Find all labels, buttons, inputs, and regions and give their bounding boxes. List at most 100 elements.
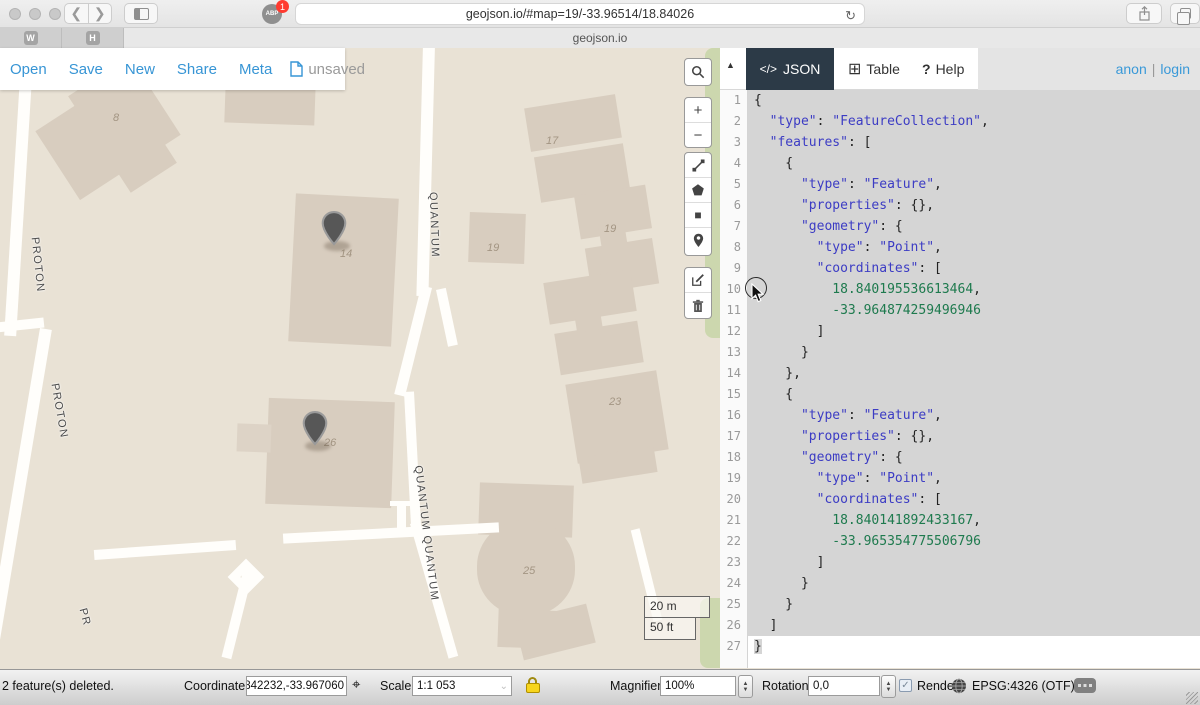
edit-button[interactable] bbox=[685, 268, 711, 293]
road bbox=[390, 501, 412, 506]
line-number: 8 bbox=[720, 237, 747, 258]
magnifier-stepper[interactable]: ▲▼ bbox=[738, 675, 753, 698]
line-number: 26 bbox=[720, 615, 747, 636]
log-messages-icon[interactable] bbox=[1074, 678, 1096, 693]
code-line[interactable]: 18.840141892433167, bbox=[748, 510, 1200, 531]
share-button[interactable] bbox=[1126, 3, 1162, 24]
open-button[interactable]: Open bbox=[10, 61, 47, 78]
forward-icon[interactable]: ❯ bbox=[89, 5, 112, 22]
render-checkbox[interactable]: ✓ bbox=[899, 679, 912, 692]
collapse-panel-icon[interactable]: ▲ bbox=[726, 60, 735, 70]
window-zoom-button[interactable] bbox=[49, 8, 61, 20]
reload-icon[interactable]: ↻ bbox=[845, 8, 856, 24]
scale-combobox[interactable]: 1:1 053 ⌄ bbox=[412, 676, 512, 696]
code-line[interactable]: "type": "FeatureCollection", bbox=[748, 111, 1200, 132]
table-icon: ⊞ bbox=[848, 59, 861, 79]
map-canvas[interactable]: PROTON PROTON PR QUANTUM QUANTUM QUANTUM… bbox=[0, 48, 720, 668]
save-button[interactable]: Save bbox=[69, 61, 103, 78]
login-link[interactable]: login bbox=[1160, 61, 1190, 77]
magnifier-input[interactable]: 100% bbox=[660, 676, 736, 696]
line-number: 10 bbox=[720, 279, 747, 300]
code-line[interactable]: "coordinates": [ bbox=[748, 258, 1200, 279]
line-number: 14 bbox=[720, 363, 747, 384]
zoom-out-button[interactable]: − bbox=[685, 123, 711, 148]
delete-button[interactable] bbox=[685, 293, 711, 318]
json-editor[interactable]: 1234567891011121314151617181920212223242… bbox=[720, 90, 1200, 668]
scale-lock-icon[interactable] bbox=[526, 677, 540, 695]
window-minimize-button[interactable] bbox=[29, 8, 41, 20]
resize-grip[interactable] bbox=[1186, 692, 1198, 704]
back-icon[interactable]: ❮ bbox=[65, 5, 88, 22]
code-line[interactable]: "type": "Point", bbox=[748, 468, 1200, 489]
code-line[interactable]: "type": "Point", bbox=[748, 237, 1200, 258]
sidebar-toggle-button[interactable] bbox=[124, 3, 158, 24]
scale-label: Scale bbox=[380, 679, 411, 693]
code-line[interactable]: "geometry": { bbox=[748, 216, 1200, 237]
rotation-input[interactable]: 0,0 bbox=[808, 676, 880, 696]
mouse-position-icon[interactable]: ⌖ bbox=[352, 676, 360, 693]
screen: ❮ ❯ ABP 1 geojson.io/#map=19/-33.96514/1… bbox=[0, 0, 1200, 705]
line-number: 18 bbox=[720, 447, 747, 468]
code-line[interactable]: "features": [ bbox=[748, 132, 1200, 153]
code-line[interactable]: ] bbox=[748, 615, 1200, 636]
coordinate-input[interactable]: 8.842232,-33.967060 bbox=[246, 676, 347, 696]
crs-globe-icon[interactable] bbox=[951, 678, 967, 694]
new-button[interactable]: New bbox=[125, 61, 155, 78]
code-line[interactable]: "properties": {}, bbox=[748, 195, 1200, 216]
draw-polygon-button[interactable]: ⬟ bbox=[685, 178, 711, 203]
code-line[interactable]: -33.965354775506796 bbox=[748, 531, 1200, 552]
code-line[interactable]: }, bbox=[748, 363, 1200, 384]
code-line[interactable]: ] bbox=[748, 552, 1200, 573]
map-marker[interactable] bbox=[321, 210, 347, 247]
zoom-in-button[interactable]: + bbox=[685, 98, 711, 123]
map-marker[interactable] bbox=[302, 410, 328, 447]
line-icon bbox=[692, 159, 705, 172]
code-line[interactable]: -33.964874259496946 bbox=[748, 300, 1200, 321]
code-line[interactable]: "type": "Feature", bbox=[748, 174, 1200, 195]
draw-line-button[interactable] bbox=[685, 153, 711, 178]
meta-button[interactable]: Meta bbox=[239, 61, 272, 78]
crs-status[interactable]: EPSG:4326 (OTF) bbox=[972, 679, 1075, 693]
line-number: 19 bbox=[720, 468, 747, 489]
code-line[interactable]: 18.840195536613464, bbox=[748, 279, 1200, 300]
code-line[interactable]: } bbox=[748, 594, 1200, 615]
code-line[interactable]: { bbox=[748, 153, 1200, 174]
draw-marker-button[interactable] bbox=[685, 228, 711, 253]
building-number: 19 bbox=[604, 223, 616, 235]
code-line[interactable]: { bbox=[748, 90, 1200, 111]
code-line[interactable]: ] bbox=[748, 321, 1200, 342]
building bbox=[524, 94, 622, 152]
tab-help[interactable]: ? Help bbox=[922, 48, 964, 90]
code-line[interactable]: } bbox=[748, 573, 1200, 594]
draw-rectangle-button[interactable]: ■ bbox=[685, 203, 711, 228]
road bbox=[4, 48, 34, 336]
code-line[interactable]: "properties": {}, bbox=[748, 426, 1200, 447]
panel-header: ▲ </> JSON ⊞ Table ? Help anon | login bbox=[720, 48, 1200, 90]
tab-overview-button[interactable] bbox=[1170, 3, 1200, 24]
tab-table[interactable]: ⊞ Table bbox=[848, 48, 900, 90]
window-close-button[interactable] bbox=[9, 8, 21, 20]
chevron-down-icon: ⌄ bbox=[500, 681, 508, 692]
line-number: 3 bbox=[720, 132, 747, 153]
mouse-cursor bbox=[751, 283, 765, 303]
rotation-stepper[interactable]: ▲▼ bbox=[881, 675, 896, 698]
code-line[interactable]: { bbox=[748, 384, 1200, 405]
road bbox=[0, 328, 52, 659]
plus-icon: + bbox=[694, 102, 703, 119]
line-number: 23 bbox=[720, 552, 747, 573]
address-bar[interactable]: geojson.io/#map=19/-33.96514/18.84026 ↻ bbox=[295, 3, 865, 25]
tab-json[interactable]: </> JSON bbox=[746, 48, 834, 90]
status-message: 2 feature(s) deleted. bbox=[2, 679, 114, 693]
code-line[interactable]: } bbox=[748, 636, 1200, 657]
code-line[interactable]: } bbox=[748, 342, 1200, 363]
search-icon bbox=[685, 59, 711, 85]
search-button[interactable] bbox=[684, 58, 712, 86]
line-number: 20 bbox=[720, 489, 747, 510]
save-status: unsaved bbox=[290, 61, 365, 78]
share-map-button[interactable]: Share bbox=[177, 61, 217, 78]
code-line[interactable]: "geometry": { bbox=[748, 447, 1200, 468]
pentagon-icon: ⬟ bbox=[692, 182, 704, 199]
tab-overview-icon bbox=[1180, 8, 1191, 19]
code-line[interactable]: "type": "Feature", bbox=[748, 405, 1200, 426]
code-line[interactable]: "coordinates": [ bbox=[748, 489, 1200, 510]
